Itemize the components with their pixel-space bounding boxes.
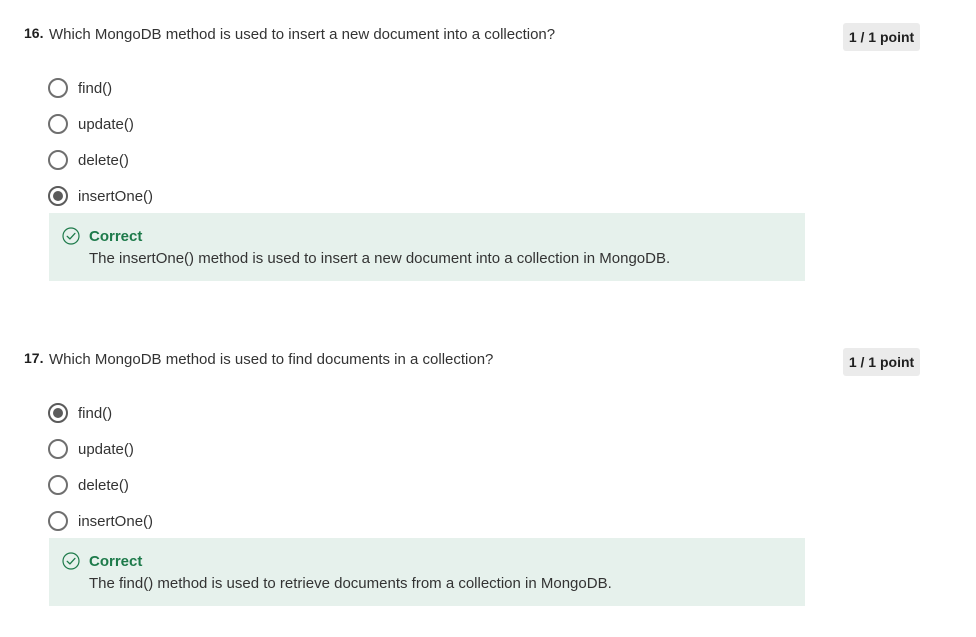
question-text: Which MongoDB method is used to insert a…: [49, 26, 556, 43]
option-label: update(): [78, 115, 134, 133]
check-circle-icon: [62, 552, 80, 570]
option-find[interactable]: find(): [48, 70, 153, 106]
question-text: Which MongoDB method is used to find doc…: [49, 351, 494, 368]
option-label: find(): [78, 404, 113, 422]
radio-button-selected[interactable]: [48, 403, 68, 423]
question-number: 16.: [24, 25, 44, 41]
option-find[interactable]: find(): [48, 395, 153, 431]
radio-button-selected[interactable]: [48, 186, 68, 206]
option-label: insertOne(): [78, 187, 154, 205]
feedback-text: The find() method is used to retrieve do…: [89, 575, 612, 592]
feedback-title: Correct: [89, 228, 143, 245]
radio-dot: [53, 191, 63, 201]
feedback-title: Correct: [89, 553, 143, 570]
radio-button[interactable]: [48, 439, 68, 459]
option-label: update(): [78, 440, 134, 458]
check-circle-icon: [62, 227, 80, 245]
option-label: insertOne(): [78, 512, 154, 530]
answer-options: find() update() delete() insertOne(): [48, 70, 153, 214]
option-update[interactable]: update(): [48, 106, 153, 142]
feedback-panel: Correct The insertOne() method is used t…: [49, 213, 805, 281]
option-update[interactable]: update(): [48, 431, 153, 467]
radio-button[interactable]: [48, 150, 68, 170]
radio-button[interactable]: [48, 78, 68, 98]
feedback-text: The insertOne() method is used to insert…: [89, 250, 671, 267]
radio-button[interactable]: [48, 511, 68, 531]
option-label: delete(): [78, 476, 129, 494]
option-insertone[interactable]: insertOne(): [48, 178, 153, 214]
option-label: find(): [78, 79, 113, 97]
answer-options: find() update() delete() insertOne(): [48, 395, 153, 539]
option-label: delete(): [78, 151, 129, 169]
option-insertone[interactable]: insertOne(): [48, 503, 153, 539]
points-badge: 1 / 1 point: [843, 23, 920, 51]
points-badge: 1 / 1 point: [843, 348, 920, 376]
feedback-panel: Correct The find() method is used to ret…: [49, 538, 805, 606]
radio-button[interactable]: [48, 114, 68, 134]
radio-dot: [53, 408, 63, 418]
radio-button[interactable]: [48, 475, 68, 495]
option-delete[interactable]: delete(): [48, 467, 153, 503]
option-delete[interactable]: delete(): [48, 142, 153, 178]
question-number: 17.: [24, 350, 44, 366]
